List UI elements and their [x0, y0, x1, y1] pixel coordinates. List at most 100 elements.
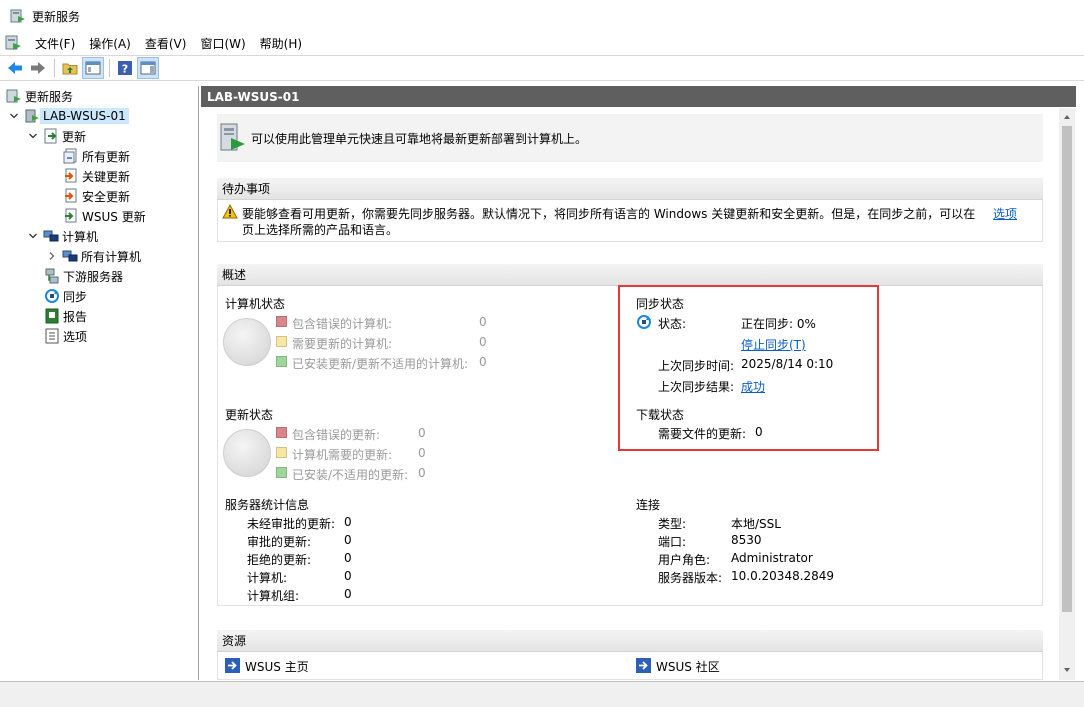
todo-text-line1: 要能够查看可用更新，你需要先同步服务器。默认情况下，将同步所有语言的 Windo… [242, 207, 976, 221]
all-computers-icon [62, 250, 78, 262]
todo-title: 待办事项 [222, 182, 271, 196]
wsus-app-icon [10, 9, 25, 23]
stat-approved-value: 0 [344, 533, 352, 547]
critical-updates-icon [65, 168, 77, 183]
intro-banner: 可以使用此管理单元快速且可靠地将最新更新部署到计算机上。 [217, 114, 1043, 162]
todo-section: 要能够查看可用更新，你需要先同步服务器。默认情况下，将同步所有语言的 Windo… [217, 200, 1043, 242]
computers-icon [43, 230, 59, 242]
tree-item-label: LAB-WSUS-01 [40, 108, 129, 124]
tree-item-all-computers[interactable]: 所有计算机 [47, 246, 141, 266]
tree-item-critical-updates[interactable]: 关键更新 [63, 166, 130, 186]
show-hide-action-pane-button[interactable] [137, 57, 159, 79]
tree-item-update-services[interactable]: 更新服务 [6, 86, 73, 106]
window-title: 更新服务 [32, 9, 81, 24]
overview-title: 概述 [222, 268, 247, 282]
update-installed-value: 0 [418, 466, 426, 480]
stat-computers-label: 计算机: [247, 571, 288, 585]
chevron-right-icon[interactable] [47, 251, 57, 261]
connection-title: 连接 [636, 498, 661, 512]
toolbar: ? [0, 55, 1084, 81]
console-tree-icon [85, 61, 101, 75]
resources-title: 资源 [222, 634, 247, 648]
vertical-scrollbar[interactable] [1059, 108, 1075, 680]
tree-item-computers[interactable]: 计算机 [28, 226, 98, 246]
server-stats-title: 服务器统计信息 [225, 498, 310, 512]
tree-item-label: 选项 [63, 329, 88, 344]
stat-declined-label: 拒绝的更新: [247, 553, 312, 567]
tree-item-security-updates[interactable]: 安全更新 [63, 186, 130, 206]
status-bar [0, 681, 1084, 707]
help-icon: ? [118, 61, 132, 76]
intro-text: 可以使用此管理单元快速且可靠地将最新更新部署到计算机上。 [251, 131, 588, 146]
tree-item-server[interactable]: LAB-WSUS-01 [9, 106, 129, 126]
tree-item-all-updates[interactable]: 所有更新 [63, 146, 130, 166]
tree-item-label: 下游服务器 [63, 269, 124, 284]
folder-up-icon [62, 63, 78, 75]
computer-installed-label: 已安装更新/更新不适用的计算机: [292, 357, 469, 371]
updates-icon [44, 128, 57, 144]
update-status-title: 更新状态 [225, 408, 274, 422]
scroll-down-arrow-icon[interactable] [1063, 666, 1071, 674]
all-updates-icon [63, 148, 77, 164]
computer-installed-value: 0 [479, 355, 487, 369]
reports-icon [45, 308, 59, 324]
svg-text:?: ? [122, 63, 128, 76]
server-icon [25, 109, 39, 123]
tree-item-label: 所有更新 [82, 149, 131, 164]
tree-item-updates[interactable]: 更新 [28, 126, 86, 146]
menu-window[interactable]: 窗口(W) [193, 35, 252, 52]
todo-text-line2: 页上选择所需的产品和语言。 [242, 223, 399, 237]
update-needed-swatch [276, 447, 287, 458]
stat-declined-value: 0 [344, 551, 352, 565]
mmc-console-icon[interactable] [4, 34, 22, 52]
update-installed-label: 已安装/不适用的更新: [292, 468, 409, 482]
forward-button[interactable] [27, 57, 49, 79]
back-arrow-icon [8, 62, 22, 74]
toolbar-separator [54, 59, 55, 77]
update-status-pie [223, 429, 271, 477]
show-hide-console-tree-button[interactable] [82, 57, 104, 79]
connection-type-label: 类型: [658, 517, 687, 531]
connection-port-value: 8530 [731, 533, 762, 547]
stat-groups-value: 0 [344, 587, 352, 601]
sync-icon [45, 289, 59, 303]
wsus-home-link[interactable]: WSUS 主页 [245, 658, 309, 675]
toolbar-separator [109, 59, 110, 77]
options-link[interactable]: 选项 [993, 205, 1017, 222]
tree-item-synchronizations[interactable]: 同步 [44, 286, 87, 306]
tree-item-label: 报告 [63, 309, 88, 324]
scroll-up-arrow-icon[interactable] [1063, 113, 1071, 121]
menu-file[interactable]: 文件(F) [28, 35, 82, 52]
tree-item-label: 更新服务 [25, 89, 74, 104]
tree-item-label: WSUS 更新 [82, 209, 146, 224]
wsus-root-icon [6, 89, 21, 103]
computer-error-value: 0 [479, 315, 487, 329]
tree-item-label: 关键更新 [82, 169, 131, 184]
stat-approved-label: 审批的更新: [247, 535, 312, 549]
pane-header: LAB-WSUS-01 [201, 86, 1076, 107]
forward-arrow-icon [31, 62, 45, 74]
todo-section-header: 待办事项 [217, 178, 1043, 200]
warning-icon [222, 204, 238, 219]
tree-item-downstream-servers[interactable]: 下游服务器 [44, 266, 123, 286]
menu-view[interactable]: 查看(V) [138, 35, 194, 52]
tree-item-options[interactable]: 选项 [44, 326, 87, 346]
tree-item-wsus-updates[interactable]: WSUS 更新 [63, 206, 146, 226]
back-button[interactable] [4, 57, 26, 79]
stat-groups-label: 计算机组: [247, 589, 300, 603]
tree-item-label: 所有计算机 [81, 249, 142, 264]
menu-help[interactable]: 帮助(H) [253, 35, 309, 52]
wsus-community-link[interactable]: WSUS 社区 [656, 658, 720, 675]
chevron-down-icon[interactable] [9, 111, 19, 121]
security-updates-icon [65, 188, 77, 203]
computer-needed-label: 需要更新的计算机: [292, 337, 393, 351]
arrow-link-icon [225, 658, 240, 673]
help-button[interactable]: ? [114, 57, 136, 79]
chevron-down-icon[interactable] [28, 231, 38, 241]
menu-action[interactable]: 操作(A) [82, 35, 138, 52]
chevron-down-icon[interactable] [28, 131, 38, 141]
resources-section: WSUS 主页 WSUS 社区 [217, 652, 1043, 680]
scroll-thumb[interactable] [1062, 126, 1072, 612]
tree-item-reports[interactable]: 报告 [44, 306, 87, 326]
up-level-button[interactable] [59, 57, 81, 79]
